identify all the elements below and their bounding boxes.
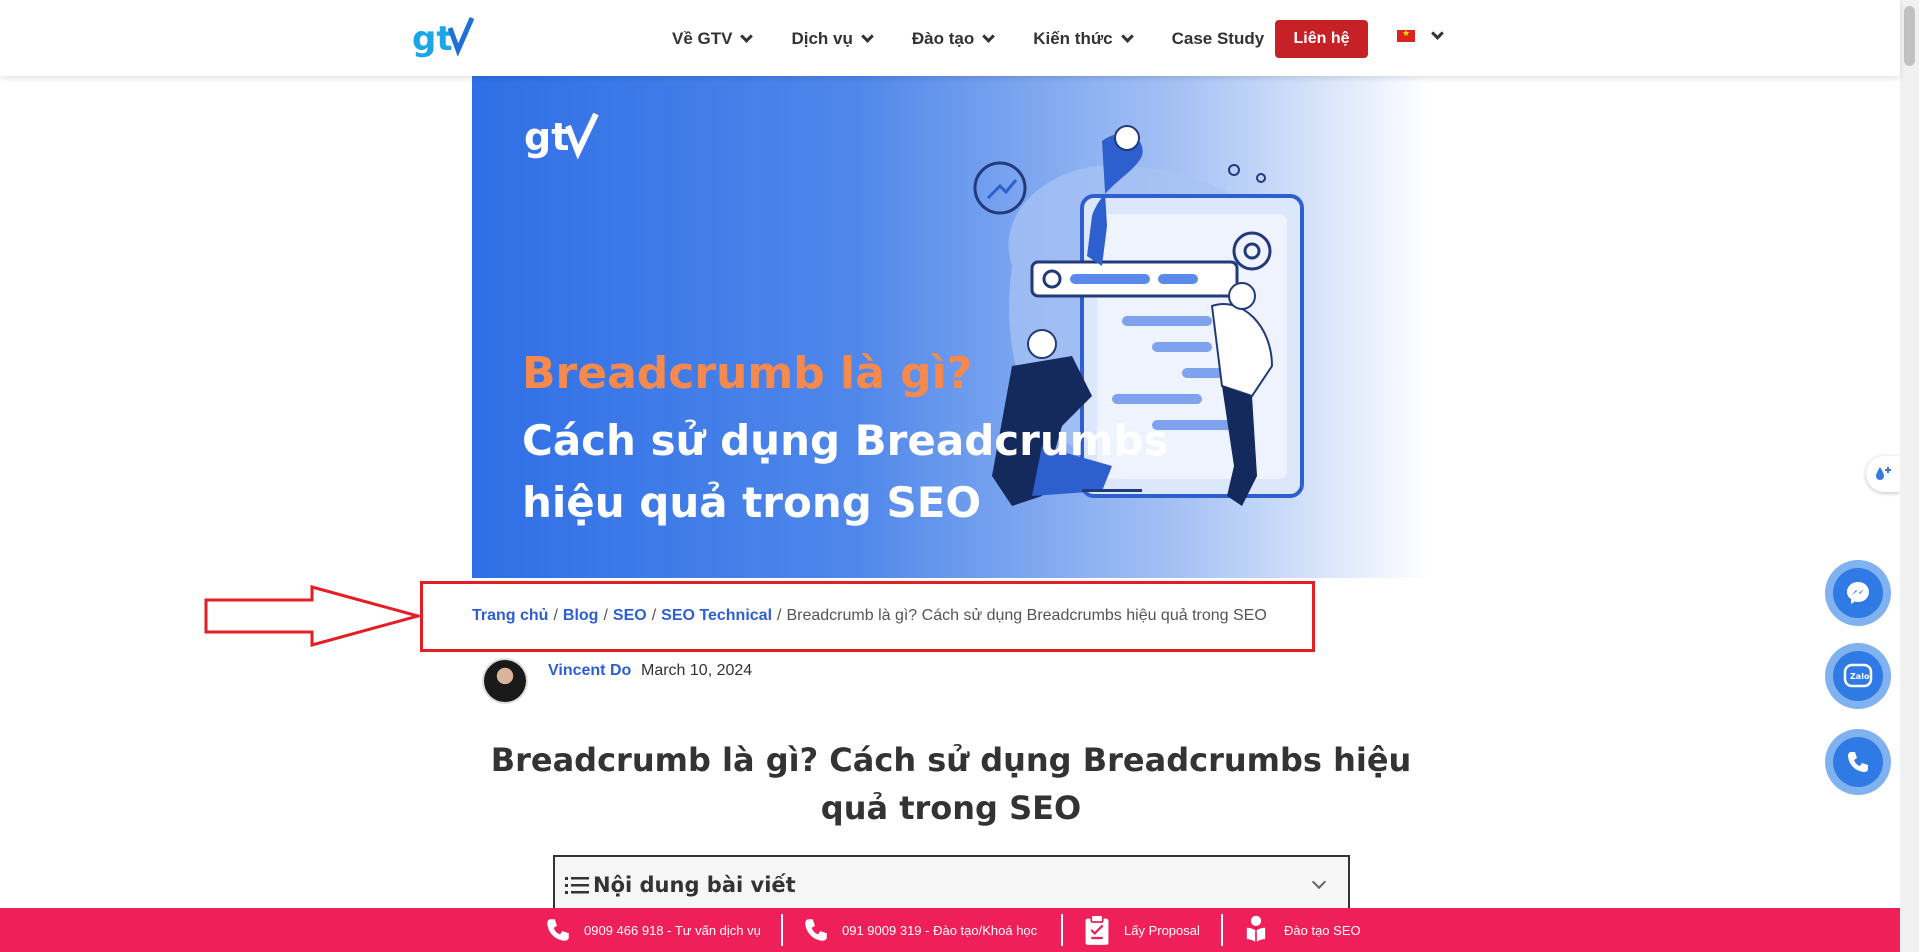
- divider: [1061, 914, 1063, 946]
- svg-text:gt: gt: [412, 19, 453, 58]
- bottom-bar-label: 0909 466 918 - Tư vấn dịch vụ: [584, 922, 761, 938]
- hotline-training-link[interactable]: 091 9009 319 - Đào tạo/Khoá học: [802, 908, 1037, 952]
- scrollbar-thumb[interactable]: [1904, 6, 1915, 66]
- toc-title: Nội dung bài viết: [593, 873, 796, 897]
- nav-ve-gtv[interactable]: Về GTV: [672, 29, 754, 49]
- messenger-button[interactable]: [1825, 560, 1891, 626]
- phone-icon: [1848, 752, 1868, 772]
- bottom-contact-bar: 0909 466 918 - Tư vấn dịch vụ 091 9009 3…: [0, 908, 1900, 952]
- nav-dich-vu[interactable]: Dịch vụ: [791, 29, 874, 49]
- nav-label: Đào tạo: [911, 29, 975, 48]
- breadcrumb-separator: /: [603, 607, 608, 624]
- water-drop-icon: [1876, 467, 1891, 480]
- main-nav: Về GTV Dịch vụ Đào tạo Kiến thức Case St…: [672, 0, 1264, 78]
- svg-text:gt: gt: [524, 115, 569, 159]
- svg-text:Zalo: Zalo: [1850, 672, 1870, 681]
- language-switcher[interactable]: [1397, 27, 1444, 42]
- page-scrollbar[interactable]: [1900, 0, 1919, 952]
- nav-case-study[interactable]: Case Study: [1172, 29, 1265, 49]
- nav-label: Case Study: [1171, 29, 1265, 48]
- breadcrumb-separator: /: [651, 607, 657, 624]
- breadcrumb-separator: /: [777, 607, 782, 624]
- breadcrumb-seo-technical-link[interactable]: SEO Technical: [661, 607, 772, 624]
- chevron-down-icon: [1431, 27, 1444, 40]
- hero-title-highlight: Breadcrumb là gì?: [522, 348, 973, 399]
- contact-button[interactable]: Liên hệ: [1275, 20, 1368, 58]
- author-avatar[interactable]: [482, 658, 528, 704]
- call-button[interactable]: [1825, 729, 1891, 795]
- reading-person-icon: [1246, 915, 1266, 943]
- page: gt Về GTV Dịch vụ Đào tạo Kiến thức Case…: [0, 0, 1919, 952]
- gtv-logo[interactable]: gt: [412, 14, 474, 58]
- seo-training-link[interactable]: Đào tạo SEO: [1240, 908, 1361, 952]
- nav-label: Dịch vụ: [791, 29, 853, 48]
- divider: [781, 914, 783, 946]
- post-date: March 10, 2024: [641, 662, 753, 679]
- messenger-icon: [1847, 582, 1869, 604]
- breadcrumb-home-link[interactable]: Trang chủ: [472, 607, 548, 624]
- bottom-bar-label: Lấy Proposal: [1124, 922, 1200, 938]
- nav-label: Kiến thức: [1033, 29, 1113, 48]
- zalo-button[interactable]: Zalo: [1825, 643, 1891, 709]
- nav-dao-tao[interactable]: Đào tạo: [911, 29, 996, 49]
- proposal-link[interactable]: Lấy Proposal: [1082, 908, 1200, 952]
- bottom-bar-label: 091 9009 319 - Đào tạo/Khoá học: [842, 922, 1038, 938]
- breadcrumb: Trang chủ / Blog / SEO / SEO Technical / Breadcr…: [472, 607, 1267, 625]
- breadcrumb-blog-link[interactable]: Blog: [563, 607, 599, 624]
- post-title: Breadcrumb là gì? Cách sử dụng Breadcrum…: [490, 741, 1412, 827]
- chevron-down-icon[interactable]: [1311, 874, 1327, 890]
- hero-banner: gt Breadcrumb là gì? Cách sử dụng Breadc…: [472, 76, 1430, 578]
- chevron-down-icon: [1120, 30, 1134, 43]
- table-of-contents[interactable]: Nội dung bài viết: [553, 855, 1350, 915]
- chevron-down-icon: [982, 30, 996, 43]
- author-name-link[interactable]: Vincent Do: [548, 662, 631, 680]
- side-widget-tab[interactable]: [1866, 456, 1900, 492]
- hero-gtv-logo: gt: [524, 110, 602, 165]
- chevron-down-icon: [740, 30, 754, 43]
- divider: [1221, 914, 1223, 946]
- annotation-arrow: [204, 585, 424, 647]
- list-icon: [565, 877, 589, 894]
- breadcrumb-seo-link[interactable]: SEO: [613, 607, 647, 624]
- clipboard-icon: [1085, 914, 1109, 945]
- hotline-service-link[interactable]: 0909 466 918 - Tư vấn dịch vụ: [544, 908, 761, 952]
- bottom-bar-label: Đào tạo SEO: [1284, 922, 1361, 938]
- hero-title: Cách sử dụng Breadcrumbs hiệu quả trong …: [522, 416, 1169, 527]
- breadcrumb-separator: /: [553, 607, 558, 624]
- breadcrumb-current: Breadcrumb là gì? Cách sử dụng Breadcrum…: [786, 607, 1267, 624]
- phone-icon: [805, 919, 827, 941]
- chevron-down-icon: [861, 30, 874, 43]
- nav-kien-thuc[interactable]: Kiến thức: [1033, 29, 1134, 49]
- site-header: gt Về GTV Dịch vụ Đào tạo Kiến thức Case…: [0, 0, 1900, 76]
- vietnam-flag-icon: [1397, 28, 1415, 42]
- zalo-icon: Zalo: [1843, 663, 1873, 688]
- nav-label: Về GTV: [672, 29, 733, 48]
- phone-icon: [547, 919, 569, 941]
